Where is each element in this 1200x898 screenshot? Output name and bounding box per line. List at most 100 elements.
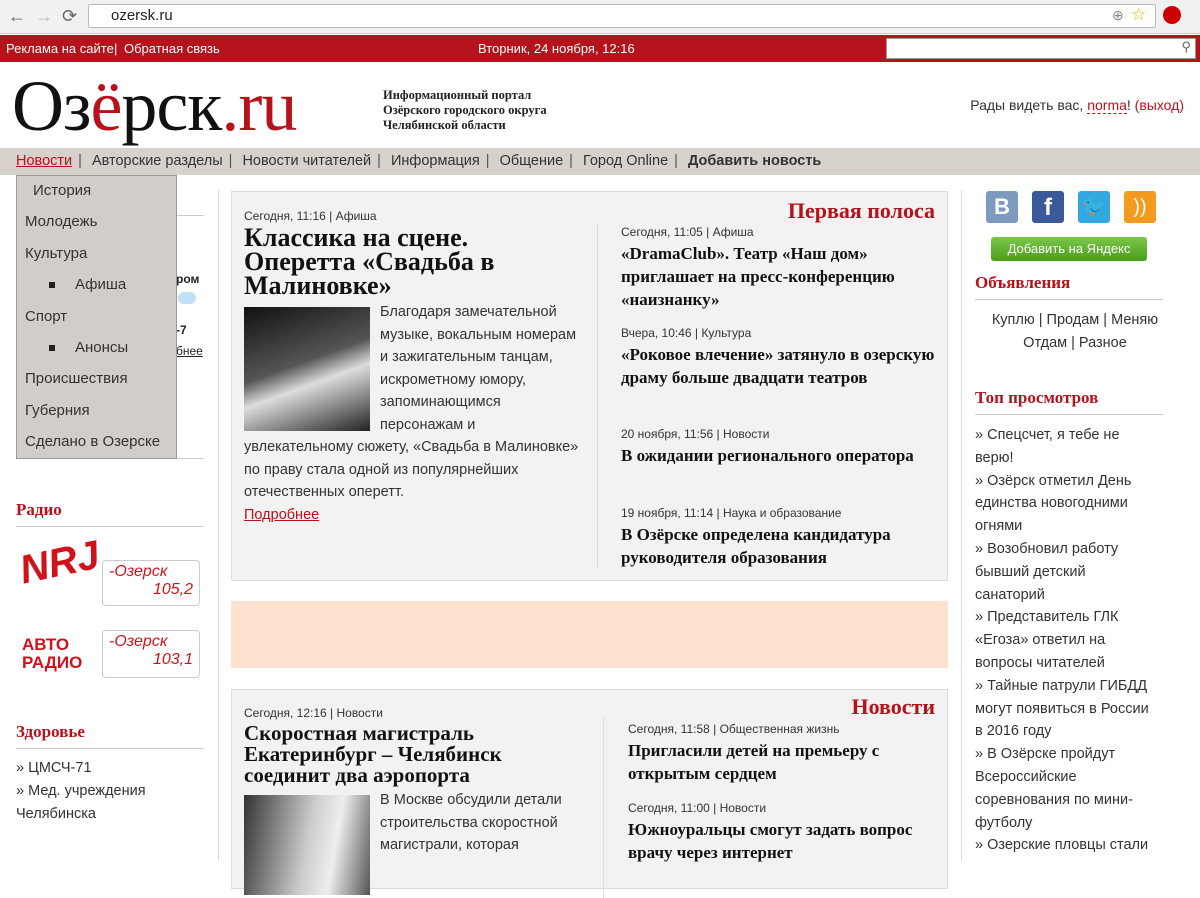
search-input[interactable]: ⚲: [886, 38, 1196, 59]
tagline-line: Информационный портал: [383, 88, 547, 103]
menu-item-announcements[interactable]: Анонсы: [17, 333, 176, 364]
tagline-line: Челябинской области: [383, 118, 547, 133]
top-item[interactable]: » Спецсчет, я тебе не верю!: [975, 424, 1155, 470]
news-title[interactable]: Пригласили детей на премьеру с открытым …: [628, 739, 938, 785]
health-links: » ЦМСЧ-71 » Мед. учреждения Челябинска: [16, 757, 204, 825]
news-item[interactable]: 20 ноября, 11:56 | НовостиВ ожидании рег…: [621, 427, 941, 506]
news-item[interactable]: Сегодня, 11:05 | Афиша«DramaClub». Театр…: [621, 225, 941, 326]
radio-nrj-banner[interactable]: NRJ -Озерск105,2: [22, 540, 200, 608]
news-meta: Сегодня, 11:58 | Общественная жизнь: [628, 722, 938, 736]
logo-text: Оз: [12, 66, 90, 146]
divider: [176, 458, 204, 459]
top-item[interactable]: » Возобновил работу бывший детский санат…: [975, 538, 1155, 606]
news-meta: 19 ноября, 11:14 | Наука и образование: [621, 506, 941, 520]
menu-label: Молодежь: [25, 213, 97, 230]
avtoradio-logo: АВТО РАДИО: [22, 636, 102, 672]
browser-toolbar: ← → ⟳ ozersk.ru ⊕ ☆: [0, 0, 1200, 34]
radio-frequency: 105,2: [109, 581, 193, 599]
news-title[interactable]: Южноуральцы смогут задать вопрос врачу ч…: [628, 818, 938, 864]
feedback-link[interactable]: Обратная связь: [124, 41, 220, 56]
radio-frequency-box: -Озерск103,1: [102, 630, 200, 678]
top-item[interactable]: » Тайные патрули ГИБДД могут появиться в…: [975, 675, 1155, 743]
nav-reader-news[interactable]: Новости читателей: [242, 153, 371, 169]
radio-title: Радио: [16, 500, 204, 527]
rss-icon[interactable]: )): [1124, 191, 1156, 223]
image-spacer: [244, 301, 380, 429]
star-icon[interactable]: ☆: [1131, 5, 1146, 25]
top-item[interactable]: » В Озёрске пройдут Всероссийские соревн…: [975, 743, 1155, 834]
article-title[interactable]: Скоростная магистраль Екатеринбург – Чел…: [244, 723, 564, 786]
news-title[interactable]: В ожидании регионального оператора: [621, 444, 941, 467]
reload-icon[interactable]: ⟳: [62, 6, 77, 27]
article-lead: Благодаря замечательной музыке, вокальны…: [244, 301, 584, 526]
article-meta: Сегодня, 11:16 | Афиша: [244, 209, 377, 223]
menu-label: Культура: [25, 245, 87, 262]
extension-icon[interactable]: [1163, 6, 1181, 24]
menu-label: История: [33, 182, 91, 199]
menu-item-afisha[interactable]: Афиша: [17, 270, 176, 301]
news-title[interactable]: В Озёрске определена кандидатура руковод…: [621, 523, 941, 569]
read-more-link[interactable]: Подробнее: [244, 507, 319, 523]
nav-author-sections[interactable]: Авторские разделы: [92, 153, 223, 169]
menu-item-incidents[interactable]: Происшествия: [17, 364, 176, 395]
menu-label: Происшествия: [25, 370, 128, 387]
column-divider: [961, 190, 962, 861]
menu-item-history[interactable]: История: [17, 176, 176, 207]
nav-city-online[interactable]: Город Online: [583, 153, 668, 169]
main-nav: Новости| Авторские разделы| Новости чита…: [0, 148, 1200, 175]
twitter-icon[interactable]: 🐦: [1078, 191, 1110, 223]
menu-item-culture[interactable]: Культура: [17, 239, 176, 270]
menu-item-sport[interactable]: Спорт: [17, 302, 176, 333]
menu-item-made-in-ozersk[interactable]: Сделано в Озерске: [17, 427, 176, 458]
ads-link[interactable]: Реклама на сайте: [6, 41, 114, 56]
top-views-title: Топ просмотров: [975, 388, 1163, 415]
address-bar[interactable]: ozersk.ru: [88, 4, 1156, 28]
menu-item-region[interactable]: Губерния: [17, 396, 176, 427]
top-views-list: » Спецсчет, я тебе не верю! » Озёрск отм…: [975, 424, 1155, 857]
weather-more-link[interactable]: бнее: [176, 344, 203, 358]
logout-link[interactable]: (выход): [1135, 97, 1184, 113]
nav-news[interactable]: Новости: [16, 153, 72, 169]
health-link[interactable]: » ЦМСЧ-71: [16, 757, 204, 780]
back-icon[interactable]: ←: [8, 6, 26, 27]
nav-add-news[interactable]: Добавить новость: [688, 153, 821, 169]
username-link[interactable]: norma: [1087, 97, 1127, 114]
top-item[interactable]: » Озёрск отметил День единства новогодни…: [975, 470, 1155, 538]
news-item[interactable]: Вчера, 10:46 | Культура«Роковое влечение…: [621, 326, 941, 427]
menu-item-youth[interactable]: Молодежь: [17, 207, 176, 238]
zoom-icon[interactable]: ⊕: [1112, 7, 1124, 24]
ad-banner[interactable]: [231, 601, 948, 668]
separator: |: [114, 41, 117, 56]
add-to-yandex-button[interactable]: Добавить на Яндекс: [991, 237, 1147, 261]
nav-communication[interactable]: Общение: [500, 153, 564, 169]
site-logo[interactable]: Озёрск.ru: [12, 66, 296, 146]
news-item[interactable]: Сегодня, 11:00 | НовостиЮжноуральцы смог…: [628, 801, 938, 864]
weather-text: ром: [176, 272, 199, 286]
news-item[interactable]: Сегодня, 11:58 | Общественная жизнь Пригл…: [628, 722, 938, 801]
menu-label: Спорт: [25, 308, 67, 325]
bullet-icon: [49, 345, 55, 351]
forward-icon[interactable]: →: [35, 6, 53, 27]
radio-avtoradio-banner[interactable]: АВТО РАДИО -Озерск103,1: [22, 622, 200, 682]
divider: [176, 215, 204, 216]
classifieds-title: Объявления: [975, 273, 1163, 300]
classifieds-links[interactable]: Куплю | Продам | Меняю Отдам | Разное: [975, 309, 1175, 355]
vk-icon[interactable]: B: [986, 191, 1018, 223]
article-image[interactable]: [244, 795, 370, 895]
bullet-icon: [49, 282, 55, 288]
welcome-message: Рады видеть вас, norma! (выход): [970, 97, 1184, 113]
facebook-icon[interactable]: f: [1032, 191, 1064, 223]
health-title: Здоровье: [16, 722, 204, 749]
front-page-box: Первая полоса Сегодня, 11:16 | Афиша Кла…: [231, 191, 948, 581]
radio-frequency-box: -Озерск105,2: [102, 560, 200, 606]
news-item[interactable]: 19 ноября, 11:14 | Наука и образование В …: [621, 506, 941, 569]
search-icon[interactable]: ⚲: [1181, 39, 1191, 55]
menu-label: Сделано в Озерске: [25, 433, 160, 450]
top-item[interactable]: » Озерские пловцы стали: [975, 834, 1155, 857]
news-title[interactable]: «DramaClub». Театр «Наш дом» приглашает …: [621, 242, 941, 311]
news-title[interactable]: «Роковое влечение» затянуло в озерскую д…: [621, 343, 941, 389]
top-item[interactable]: » Представитель ГЛК «Егоза» ответил на в…: [975, 606, 1155, 674]
article-title[interactable]: Классика на сцене. Оперетта «Свадьба в М…: [244, 226, 564, 298]
nav-info[interactable]: Информация: [391, 153, 480, 169]
health-link[interactable]: » Мед. учреждения Челябинска: [16, 780, 204, 826]
